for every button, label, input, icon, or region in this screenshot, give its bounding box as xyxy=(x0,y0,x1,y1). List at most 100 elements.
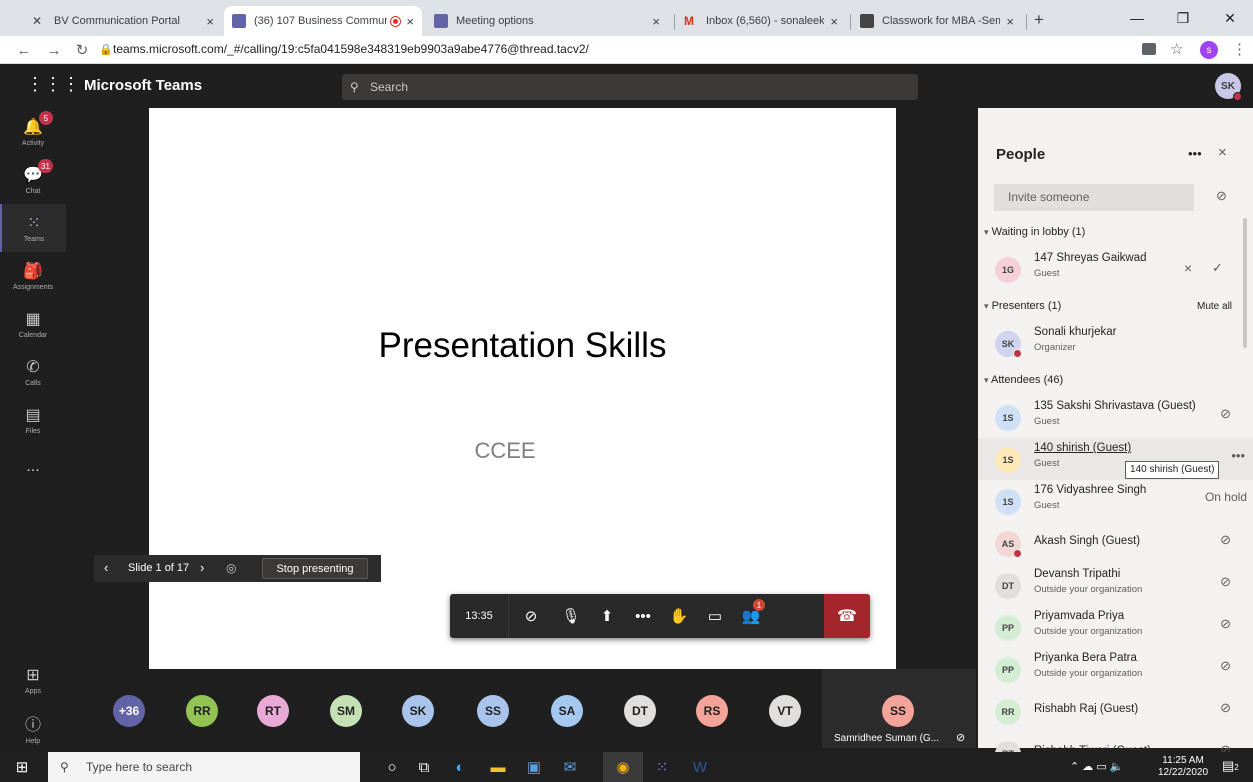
chat-panel-icon[interactable]: ▭ xyxy=(697,594,733,638)
taskbar-search-input[interactable]: ⚲ Type here to search xyxy=(48,752,360,782)
slide-counter: Slide 1 of 17 xyxy=(128,562,190,574)
windows-start-icon[interactable]: ⊞ xyxy=(2,752,42,782)
address-bar[interactable]: teams.microsoft.com/_#/calling/19:c5fa04… xyxy=(113,42,589,56)
task-view-icon[interactable]: ⧉ xyxy=(404,752,444,782)
list-item[interactable]: 1S 176 Vidyashree Singh Guest On hold xyxy=(978,480,1253,522)
app-launcher-icon[interactable]: ⋮⋮⋮ xyxy=(26,74,80,95)
scrollbar-thumb[interactable] xyxy=(1243,218,1247,348)
browser-tab-teams-meeting[interactable]: (36) 107 Business Communic × xyxy=(224,6,422,36)
edge-icon[interactable]: ◐ xyxy=(440,752,480,782)
star-icon[interactable]: ☆ xyxy=(1170,40,1183,58)
raise-hand-icon[interactable]: ✋ xyxy=(661,594,697,638)
participant-avatar[interactable]: SS xyxy=(477,695,509,727)
rail-item-calendar[interactable]: ▦ Calendar xyxy=(0,300,66,348)
back-icon[interactable]: ← xyxy=(14,40,34,60)
rail-item-more[interactable]: ... xyxy=(0,444,66,492)
clock[interactable]: 11:25 AM 12/22/2020 xyxy=(1158,755,1208,779)
participant-avatar[interactable]: RR xyxy=(186,695,218,727)
rail-item-calls[interactable]: ✆ Calls xyxy=(0,348,66,396)
mute-all-button[interactable]: Mute all xyxy=(1197,301,1232,312)
forward-icon[interactable]: → xyxy=(44,40,64,60)
list-item[interactable]: PP Priyanka Bera Patra Outside your organi… xyxy=(978,648,1253,690)
participant-avatar[interactable]: RT xyxy=(257,695,289,727)
list-item[interactable]: DT Devansh Tripathi Outside your organizat… xyxy=(978,564,1253,606)
browser-tab-gmail[interactable]: M Inbox (6,560) - sonaleek9@gmail × xyxy=(676,6,846,36)
close-window-icon[interactable]: ✕ xyxy=(1207,0,1253,36)
participant-avatar[interactable]: SM xyxy=(330,695,362,727)
notification-center-icon[interactable]: ▤2 xyxy=(1222,758,1239,774)
rail-item-files[interactable]: ▤ Files xyxy=(0,396,66,444)
reload-icon[interactable]: ↻ xyxy=(72,40,92,60)
rail-label: Teams xyxy=(23,236,45,243)
more-options-icon[interactable]: ••• xyxy=(1231,448,1245,463)
browser-tab-classroom[interactable]: Classwork for MBA -Sem I 2020 × xyxy=(852,6,1022,36)
more-options-icon[interactable]: ••• xyxy=(1188,146,1202,161)
participant-avatar[interactable]: DT xyxy=(624,695,656,727)
browser-tab-strip: ✕ BV Communication Portal × (36) 107 Bus… xyxy=(0,0,1253,36)
list-item[interactable]: 1G 147 Shreyas Gaikwad Guest × ✓ xyxy=(978,248,1253,290)
overflow-participants[interactable]: +36 xyxy=(113,695,145,727)
active-speaker-tile[interactable]: SS Samridhee Suman (G... ⊘ xyxy=(822,669,976,748)
admit-icon[interactable]: ✓ xyxy=(1212,260,1223,276)
more-actions-icon[interactable]: ••• xyxy=(625,594,661,638)
word-icon[interactable]: W xyxy=(680,752,720,782)
close-icon[interactable]: × xyxy=(1006,14,1014,29)
microphone-icon[interactable]: 🎙 xyxy=(553,594,589,638)
participants-badge: 1 xyxy=(753,599,765,611)
new-tab-button[interactable]: + xyxy=(1034,10,1044,30)
minimize-icon[interactable]: — xyxy=(1114,0,1160,36)
list-item[interactable]: 1S 135 Sakshi Shrivastava (Guest) Guest ⊘ xyxy=(978,396,1253,438)
chevron-left-icon[interactable]: ‹ xyxy=(104,560,108,575)
calendar-icon: ▦ xyxy=(25,311,41,328)
stop-presenting-button[interactable]: Stop presenting xyxy=(262,558,368,579)
camera-off-icon[interactable]: ⊘ xyxy=(509,594,553,638)
list-item[interactable]: RR Rishabh Raj (Guest) ⊘ xyxy=(978,690,1253,732)
participant-avatar[interactable]: SA xyxy=(551,695,583,727)
chrome-icon[interactable]: ◉ xyxy=(603,752,643,782)
lobby-section-header[interactable]: ▾ Waiting in lobby (1) xyxy=(984,226,1085,238)
participants-icon[interactable]: 👥 1 xyxy=(733,594,769,638)
rail-item-assignments[interactable]: 🎒 Assignments xyxy=(0,252,66,300)
calls-icon: ✆ xyxy=(26,359,40,376)
search-input[interactable]: ⚲ Search xyxy=(342,74,918,100)
camera-icon[interactable] xyxy=(1142,43,1156,55)
close-icon[interactable]: × xyxy=(830,14,838,29)
avatar-initials: PP xyxy=(1001,665,1014,675)
file-explorer-icon[interactable]: ▬ xyxy=(478,752,518,782)
rail-item-activity[interactable]: 🔔 5 Activity xyxy=(0,108,66,156)
list-item[interactable]: SK Sonali khurjekar Organizer xyxy=(978,322,1253,364)
profile-avatar[interactable]: s xyxy=(1200,41,1218,59)
help-icon: ⓘ xyxy=(24,717,41,734)
list-item[interactable]: AS Akash Singh (Guest) ⊘ xyxy=(978,522,1253,564)
copy-link-icon[interactable]: ⊘ xyxy=(1216,188,1227,204)
maximize-icon[interactable]: ❐ xyxy=(1160,0,1206,36)
store-icon[interactable]: ▣ xyxy=(514,752,554,782)
close-icon[interactable]: × xyxy=(406,14,414,29)
browser-tab-bv-portal[interactable]: ✕ BV Communication Portal × xyxy=(24,6,222,36)
rail-item-apps[interactable]: ⊞ Apps xyxy=(0,656,66,704)
teams-taskbar-icon[interactable]: ⁙ xyxy=(642,752,682,782)
kebab-menu-icon[interactable]: ⋮ xyxy=(1232,40,1247,58)
participant-avatar[interactable]: SK xyxy=(402,695,434,727)
rail-item-chat[interactable]: 💬 31 Chat xyxy=(0,156,66,204)
rail-item-teams[interactable]: ⁙ Teams xyxy=(0,204,66,252)
close-icon[interactable]: × xyxy=(206,14,214,29)
mail-icon[interactable]: ✉ xyxy=(550,752,590,782)
participant-avatar[interactable]: VT xyxy=(769,695,801,727)
close-icon[interactable]: × xyxy=(652,14,660,29)
deny-icon[interactable]: × xyxy=(1184,260,1192,276)
close-icon[interactable]: × xyxy=(1218,144,1227,161)
browser-tab-meeting-options[interactable]: Meeting options × xyxy=(426,6,668,36)
system-tray-icons[interactable]: ⌃ ☁ ▭ 🔈 xyxy=(1070,760,1123,773)
chevron-right-icon[interactable]: › xyxy=(200,560,204,575)
invite-input[interactable]: Invite someone xyxy=(994,184,1194,211)
share-screen-icon[interactable]: ⬆ xyxy=(589,594,625,638)
hang-up-button[interactable]: ☎ xyxy=(824,594,870,638)
list-item[interactable]: PP Priyamvada Priya Outside your organizat… xyxy=(978,606,1253,648)
person-name: 140 shirish (Guest) xyxy=(1034,442,1132,454)
attendees-section-header[interactable]: ▾ Attendees (46) xyxy=(984,374,1063,386)
rail-item-help[interactable]: ⓘ Help xyxy=(0,704,66,752)
eye-icon[interactable]: ◎ xyxy=(226,561,236,575)
participant-avatar[interactable]: RS xyxy=(696,695,728,727)
presenters-section-header[interactable]: ▾ Presenters (1) xyxy=(984,300,1061,312)
